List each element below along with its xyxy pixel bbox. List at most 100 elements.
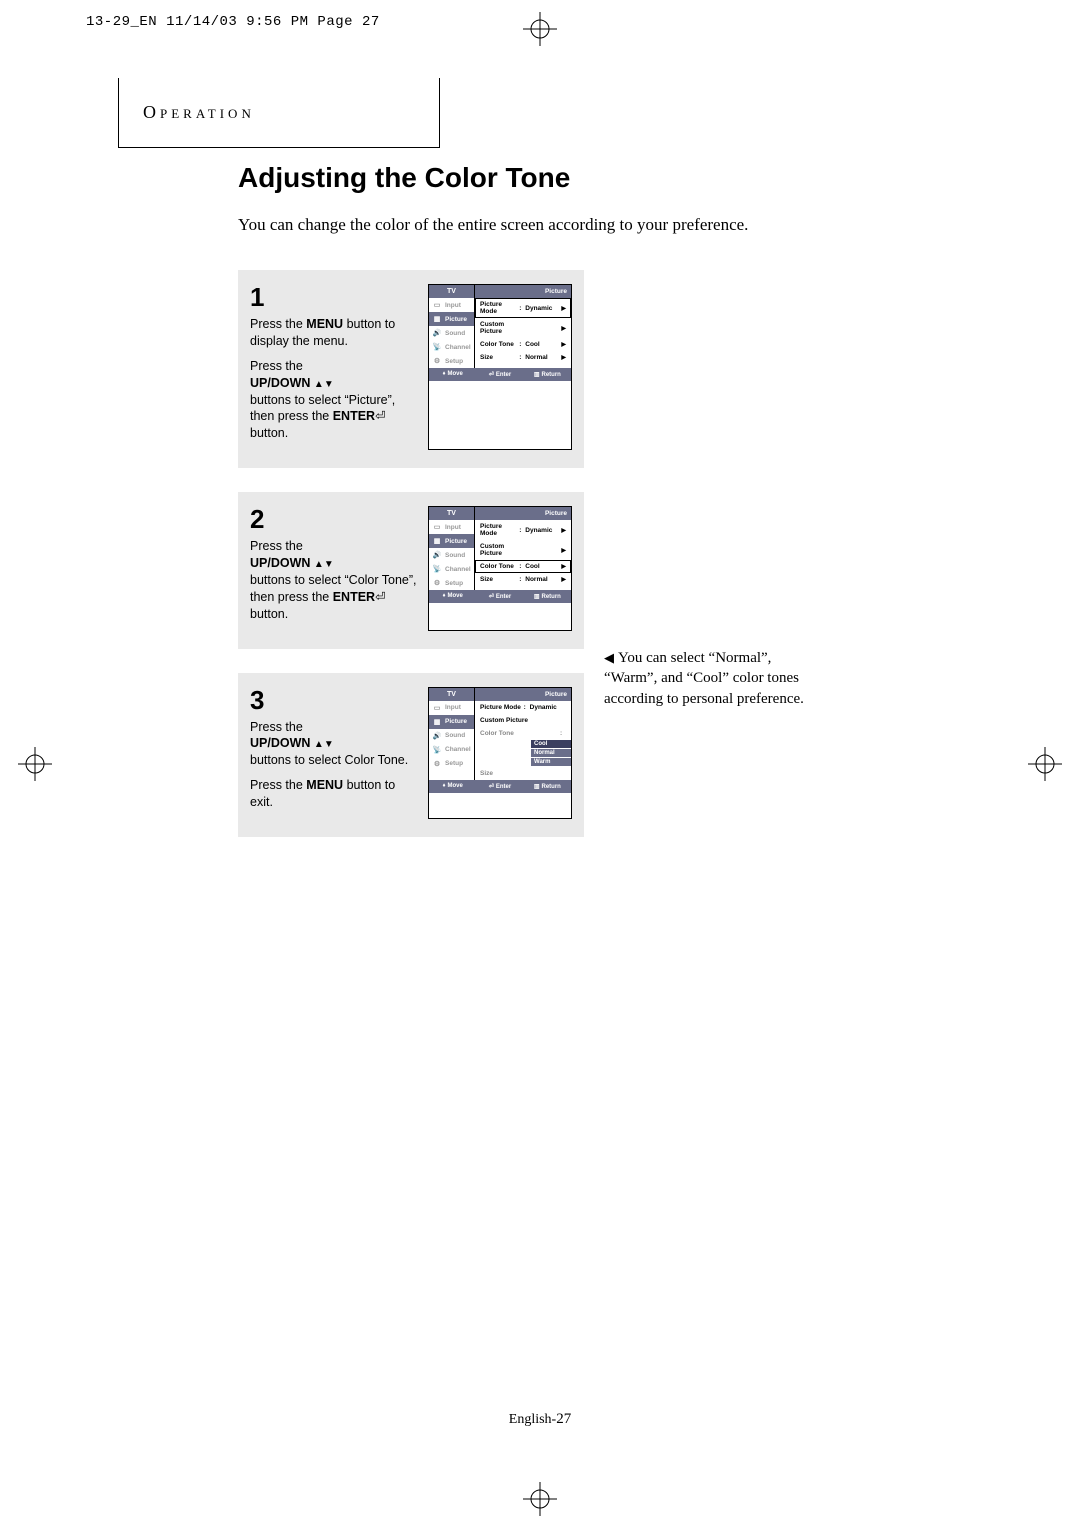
t: Enter xyxy=(496,372,511,378)
page-footer: English-27 xyxy=(509,1411,571,1428)
move-icon: ♦ xyxy=(442,371,445,377)
picture-icon: ▦ xyxy=(432,718,442,726)
osd-main: Picture Mode:Dynamic▶ Custom Picture▶ Co… xyxy=(475,298,571,368)
t: buttons to select Color Tone. xyxy=(250,753,408,767)
step-2: 2 Press the UP/DOWN ▲▼ buttons to select… xyxy=(238,492,584,648)
osd-side-input: ▭Input xyxy=(429,701,474,715)
enter-icon: ⏎ xyxy=(489,594,494,600)
osd-sidebar: ▭Input ▦Picture 🔊Sound 📡Channel ⚙Setup xyxy=(429,701,475,780)
t: Size xyxy=(480,770,566,777)
osd-footer: ♦Move ⏎Enter ▥Return xyxy=(429,780,571,793)
channel-icon: 📡 xyxy=(432,746,442,754)
up-arrow-icon: ▲ xyxy=(314,739,324,750)
osd-side-setup: ⚙Setup xyxy=(429,354,474,368)
osd-row-color-tone: Color Tone:Cool▶ xyxy=(475,338,571,351)
osd-row-size: Size:Normal▶ xyxy=(475,351,571,364)
enter-icon: ⏎ xyxy=(489,784,494,790)
t: Move xyxy=(448,593,463,599)
updown-label: UP/DOWN xyxy=(250,736,310,750)
right-arrow-icon: ▶ xyxy=(558,563,566,570)
return-icon: ▥ xyxy=(534,784,540,790)
section-header-box: Operation xyxy=(118,78,440,148)
t: Cool xyxy=(525,563,558,570)
t: Normal xyxy=(525,576,558,583)
input-icon: ▭ xyxy=(432,704,442,712)
move-icon: ♦ xyxy=(442,593,445,599)
t: Sound xyxy=(445,330,465,337)
osd-side-picture: ▦Picture xyxy=(429,312,474,326)
enter-icon: ⏎ xyxy=(375,590,385,604)
osd-sidebar: ▭Input ▦Picture 🔊Sound 📡Channel ⚙Setup xyxy=(429,298,475,368)
osd-side-sound: 🔊Sound xyxy=(429,326,474,340)
t: Size xyxy=(480,576,519,583)
return-icon: ▥ xyxy=(534,372,540,378)
osd-option-cool: Cool xyxy=(531,740,571,748)
step-1-text: 1 Press the MENU button to display the m… xyxy=(250,284,418,450)
t: Color Tone xyxy=(480,563,519,570)
setup-icon: ⚙ xyxy=(432,357,442,365)
registration-mark-bottom xyxy=(523,1482,557,1516)
t: Picture xyxy=(445,316,467,323)
menu-label: MENU xyxy=(306,317,343,331)
osd-side-setup: ⚙Setup xyxy=(429,576,474,590)
step-3: 3 Press the UP/DOWN ▲▼ buttons to select… xyxy=(238,673,584,837)
section-label: Operation xyxy=(143,102,255,123)
sound-icon: 🔊 xyxy=(432,732,442,740)
t: Return xyxy=(541,372,560,378)
step-3-text: 3 Press the UP/DOWN ▲▼ buttons to select… xyxy=(250,687,418,819)
t: Move xyxy=(448,783,463,789)
enter-label: ENTER xyxy=(333,590,375,604)
sound-icon: 🔊 xyxy=(432,551,442,559)
page-title: Adjusting the Color Tone xyxy=(238,162,938,194)
t: Color Tone xyxy=(480,341,519,348)
t: Setup xyxy=(445,358,463,365)
t: Enter xyxy=(496,784,511,790)
osd-row-custom-picture: Custom Picture xyxy=(475,714,571,727)
t: Return xyxy=(541,594,560,600)
input-icon: ▭ xyxy=(432,301,442,309)
t: Picture xyxy=(445,718,467,725)
picture-icon: ▦ xyxy=(432,315,442,323)
t: Picture xyxy=(445,538,467,545)
osd-side-sound: 🔊Sound xyxy=(429,548,474,562)
up-arrow-icon: ▲ xyxy=(314,379,324,390)
step-3-number: 3 xyxy=(250,687,418,713)
t: Picture Mode xyxy=(480,704,524,711)
t: Press the xyxy=(250,317,306,331)
right-arrow-icon: ▶ xyxy=(558,576,566,583)
osd-main: Picture Mode:Dynamic▶ Custom Picture▶ Co… xyxy=(475,520,571,590)
right-arrow-icon: ▶ xyxy=(558,305,566,312)
osd-row-picture-mode: Picture Mode:Dynamic▶ xyxy=(475,298,571,318)
updown-label: UP/DOWN xyxy=(250,376,310,390)
down-arrow-icon: ▼ xyxy=(324,739,334,750)
osd-side-picture: ▦Picture xyxy=(429,715,474,729)
osd-footer: ♦Move ⏎Enter ▥Return xyxy=(429,590,571,603)
left-triangle-icon: ◀ xyxy=(604,650,614,665)
osd-main: Picture Mode:Dynamic Custom Picture Colo… xyxy=(475,701,571,780)
t: Sound xyxy=(445,732,465,739)
right-arrow-icon: ▶ xyxy=(558,341,566,348)
registration-mark-left xyxy=(18,747,52,781)
t: Channel xyxy=(445,344,471,351)
t: Channel xyxy=(445,746,471,753)
osd-section: Picture xyxy=(475,285,571,298)
step-1-number: 1 xyxy=(250,284,418,310)
osd-side-channel: 📡Channel xyxy=(429,562,474,576)
t: Normal xyxy=(525,354,558,361)
osd-screenshot-2: TV Picture ▭Input ▦Picture 🔊Sound 📡Chann… xyxy=(428,506,572,630)
footer-language: English- xyxy=(509,1412,556,1427)
osd-side-input: ▭Input xyxy=(429,520,474,534)
registration-mark-right xyxy=(1028,747,1062,781)
down-arrow-icon: ▼ xyxy=(324,379,334,390)
t: Press the xyxy=(250,778,306,792)
enter-icon: ⏎ xyxy=(489,372,494,378)
osd-option-normal: Normal xyxy=(531,749,571,757)
note-text: You can select “Normal”, “Warm”, and “Co… xyxy=(604,650,804,707)
t: Dynamic xyxy=(525,305,558,312)
osd-side-setup: ⚙Setup xyxy=(429,757,474,771)
osd-screenshot-1: TV Picture ▭Input ▦Picture 🔊Sound 📡Chann… xyxy=(428,284,572,450)
channel-icon: 📡 xyxy=(432,565,442,573)
osd-title: TV xyxy=(429,507,475,520)
t: Setup xyxy=(445,760,463,767)
t: Channel xyxy=(445,566,471,573)
